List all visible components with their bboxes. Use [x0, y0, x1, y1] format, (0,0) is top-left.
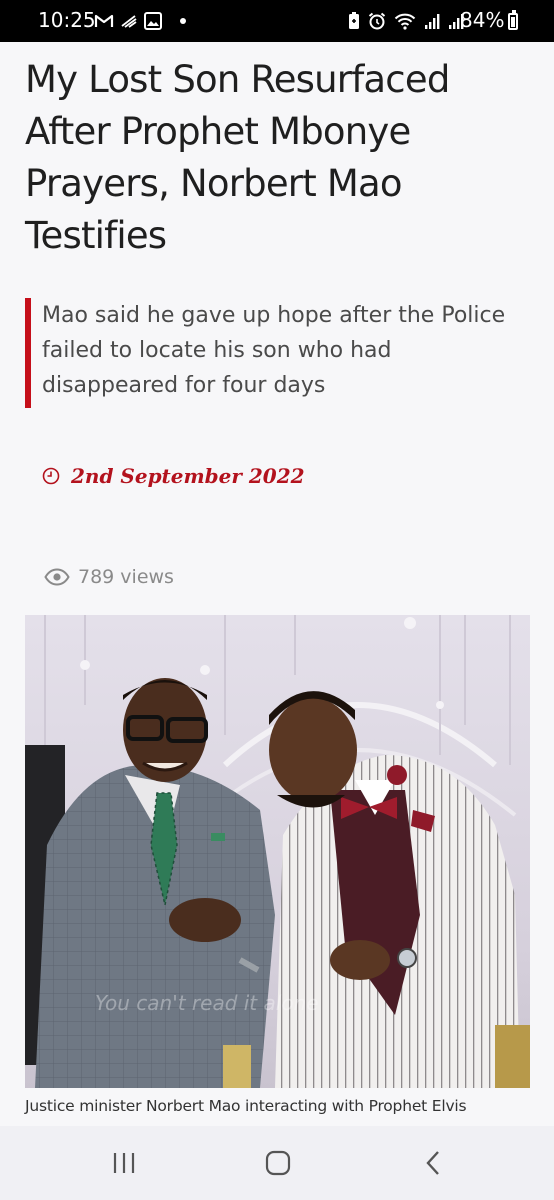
notification-dot	[180, 18, 186, 24]
home-button[interactable]	[258, 1148, 298, 1178]
article-title: My Lost Son Resurfaced After Prophet Mbo…	[25, 58, 450, 257]
publish-date: 2nd September 2022	[71, 464, 305, 488]
battery-saver-icon	[349, 12, 359, 29]
view-count: 789 views	[78, 566, 174, 588]
recent-apps-icon	[113, 1153, 135, 1173]
status-bar: 10:25 84%	[0, 0, 554, 42]
home-icon	[265, 1150, 291, 1176]
clock-icon	[42, 467, 60, 485]
back-button[interactable]	[414, 1148, 454, 1178]
alarm-icon	[368, 12, 386, 30]
date-row: 2nd September 2022	[42, 464, 305, 488]
navigation-bar	[0, 1126, 554, 1200]
status-left-icons	[94, 10, 186, 32]
views-row: 789 views	[44, 566, 174, 588]
signal-icon	[425, 14, 440, 29]
featured-photo[interactable]: You can't read it alone	[25, 615, 530, 1088]
photo-illustration: You can't read it alone	[25, 615, 530, 1088]
recent-apps-button[interactable]	[104, 1148, 144, 1178]
wifi-icon	[394, 13, 416, 30]
signal-boost-icon	[121, 15, 137, 28]
photo-watermark: You can't read it alone	[95, 991, 319, 1015]
excerpt-text: Mao said he gave up hope after the Polic…	[42, 303, 506, 398]
battery-icon	[508, 10, 518, 30]
status-time: 10:25	[38, 8, 96, 32]
eye-icon	[44, 568, 70, 586]
back-chevron-icon	[426, 1151, 439, 1175]
gallery-icon	[144, 12, 162, 30]
gmail-icon	[94, 14, 114, 27]
status-right-icons	[348, 10, 464, 32]
article-excerpt: Mao said he gave up hope after the Polic…	[25, 298, 530, 408]
photo-caption: Justice minister Norbert Mao interacting…	[25, 1097, 467, 1115]
battery-percent: 84%	[460, 8, 505, 32]
